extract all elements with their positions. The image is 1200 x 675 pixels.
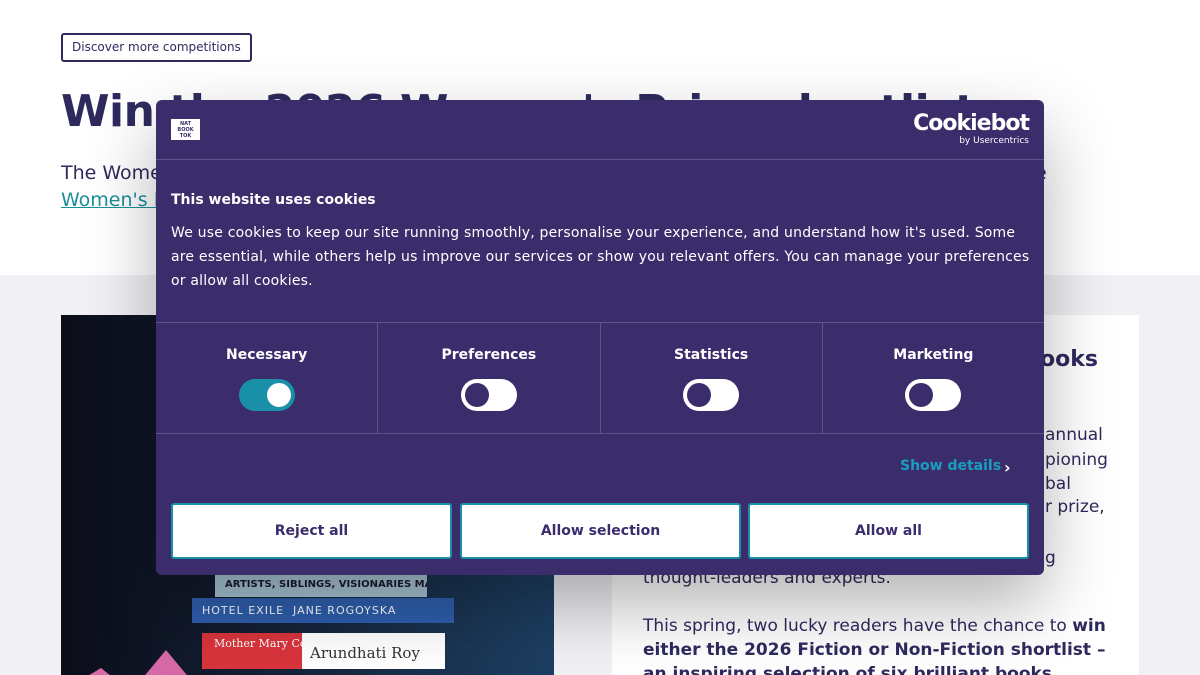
category-label: Statistics (674, 347, 749, 363)
category-necessary: Necessary (156, 323, 379, 433)
category-label: Preferences (441, 347, 537, 363)
allow-selection-button[interactable]: Allow selection (460, 503, 741, 559)
cookiebot-logo: Cookiebot by Usercentrics (913, 111, 1030, 147)
marketing-toggle[interactable] (905, 379, 962, 411)
dialog-header: NAT BOOK TOK Cookiebot by Usercentrics (156, 100, 1044, 160)
toggle-knob (909, 383, 934, 407)
allow-all-button[interactable]: Allow all (748, 503, 1029, 559)
chevron-right-icon[interactable]: › (1004, 458, 1011, 477)
reject-all-button[interactable]: Reject all (171, 503, 452, 559)
provider-sub: by Usercentrics (959, 136, 1029, 146)
toggle-knob (266, 383, 291, 407)
category-statistics: Statistics (601, 323, 823, 433)
necessary-toggle[interactable] (238, 379, 295, 411)
dialog-title: This website uses cookies (171, 192, 376, 208)
toggle-knob (687, 383, 712, 407)
category-label: Necessary (226, 347, 308, 363)
category-label: Marketing (893, 347, 974, 363)
brand-logo: NAT BOOK TOK (171, 119, 200, 140)
toggle-knob (464, 383, 489, 407)
show-details-link[interactable]: Show details (900, 458, 1001, 474)
preferences-toggle[interactable] (460, 379, 517, 411)
cookie-consent-dialog: NAT BOOK TOK Cookiebot by Usercentrics Thi… (156, 100, 1044, 575)
category-marketing: Marketing (823, 323, 1044, 433)
dialog-body: We use cookies to keep our site running … (171, 225, 1030, 289)
category-preferences: Preferences (378, 323, 601, 433)
consent-categories: Necessary Preferences Statistics Marketi… (156, 322, 1044, 434)
provider-name: Cookiebot (913, 111, 1030, 136)
statistics-toggle[interactable] (683, 379, 740, 411)
